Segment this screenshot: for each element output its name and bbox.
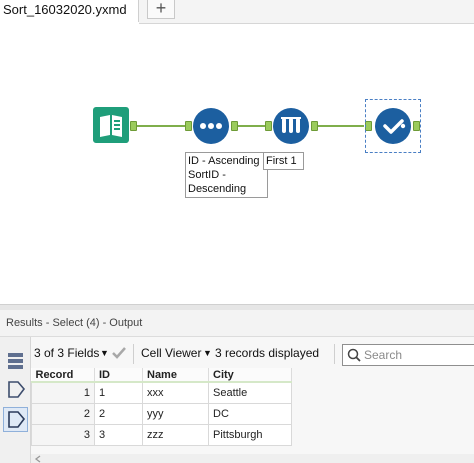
new-tab-button[interactable]: + [147, 0, 175, 19]
toolbar-divider [133, 344, 134, 364]
tab-bar: Sort_16032020.yxmd + [0, 0, 474, 24]
name-cell[interactable]: zzz [142, 423, 209, 446]
name-cell[interactable]: xxx [142, 381, 209, 404]
city-cell[interactable]: Pittsburgh [208, 423, 292, 446]
output-anchor[interactable] [311, 121, 318, 131]
sort-annotation: ID - Ascending SortID - Descending [185, 152, 268, 198]
table-row[interactable]: 2 2 yyy DC [31, 402, 292, 425]
select-tool[interactable] [375, 108, 411, 144]
search-placeholder: Search [364, 348, 403, 362]
output-anchor[interactable] [231, 121, 238, 131]
record-cell[interactable]: 1 [31, 381, 95, 404]
metadata-view-button[interactable] [3, 377, 28, 402]
annotation-line: SortID - [188, 169, 226, 181]
record-cell[interactable]: 2 [31, 402, 95, 425]
cell-viewer-selector[interactable]: Cell Viewer [141, 346, 201, 360]
results-toolbar: 3 of 3 Fields ▼ Cell Viewer ▼ 3 records … [31, 340, 474, 368]
tag-icon [8, 381, 26, 398]
annotation-line: First 1 [266, 155, 297, 167]
record-cell[interactable]: 3 [31, 423, 95, 446]
table-row[interactable]: 1 1 xxx Seattle [31, 381, 292, 404]
city-cell[interactable]: Seattle [208, 381, 292, 404]
toolbar-divider [334, 344, 335, 364]
book-icon [93, 107, 129, 143]
tag-icon [8, 411, 26, 428]
output-view-button[interactable] [3, 407, 28, 432]
sort-tool[interactable] [193, 108, 229, 144]
checkmark-icon [375, 108, 411, 144]
input-anchor[interactable] [265, 121, 272, 131]
connection-line [318, 125, 364, 127]
input-data-tool[interactable] [93, 107, 129, 143]
chevron-left-icon[interactable] [34, 455, 42, 463]
results-table: Record ID Name City 1 1 xxx Seattle 2 2 … [31, 368, 292, 446]
records-count: 3 records displayed [215, 346, 320, 360]
horizontal-scrollbar[interactable] [31, 454, 474, 463]
column-header-city[interactable]: City [208, 368, 292, 383]
annotation-line: Descending [188, 183, 247, 195]
test-tubes-icon [273, 108, 309, 144]
results-title: Results - Select (4) - Output [0, 310, 474, 336]
checkmark-icon[interactable] [111, 346, 127, 360]
fields-dropdown-icon[interactable]: ▼ [100, 348, 109, 358]
fields-selector[interactable]: 3 of 3 Fields [34, 346, 99, 360]
dots-sort-icon [193, 108, 229, 144]
input-anchor[interactable] [185, 121, 192, 131]
connection-line [238, 125, 266, 127]
city-cell[interactable]: DC [208, 402, 292, 425]
tab-workflow[interactable]: Sort_16032020.yxmd [0, 0, 139, 24]
column-header-record[interactable]: Record [31, 368, 95, 383]
connection-line [137, 125, 185, 127]
id-cell[interactable]: 2 [94, 402, 143, 425]
annotation-line: ID - Ascending [188, 155, 260, 167]
plus-icon: + [155, 0, 167, 18]
id-cell[interactable]: 3 [94, 423, 143, 446]
viewer-dropdown-icon[interactable]: ▼ [203, 348, 212, 358]
name-cell[interactable]: yyy [142, 402, 209, 425]
workflow-canvas[interactable]: ID - Ascending SortID - Descending First… [0, 24, 474, 304]
id-cell[interactable]: 1 [94, 381, 143, 404]
column-header-name[interactable]: Name [142, 368, 209, 383]
search-icon [347, 348, 361, 362]
sample-tool[interactable] [273, 108, 309, 144]
column-header-id[interactable]: ID [94, 368, 143, 383]
table-header-row: Record ID Name City [31, 368, 292, 383]
table-row[interactable]: 3 3 zzz Pittsburgh [31, 423, 292, 446]
output-anchor[interactable] [130, 121, 137, 131]
table-view-button[interactable] [3, 349, 28, 374]
search-input[interactable]: Search [342, 344, 474, 366]
output-anchor[interactable] [413, 121, 420, 131]
tab-label: Sort_16032020.yxmd [3, 2, 127, 17]
results-side-toolbar [0, 337, 31, 463]
table-icon [8, 353, 23, 369]
sample-annotation: First 1 [263, 152, 304, 170]
